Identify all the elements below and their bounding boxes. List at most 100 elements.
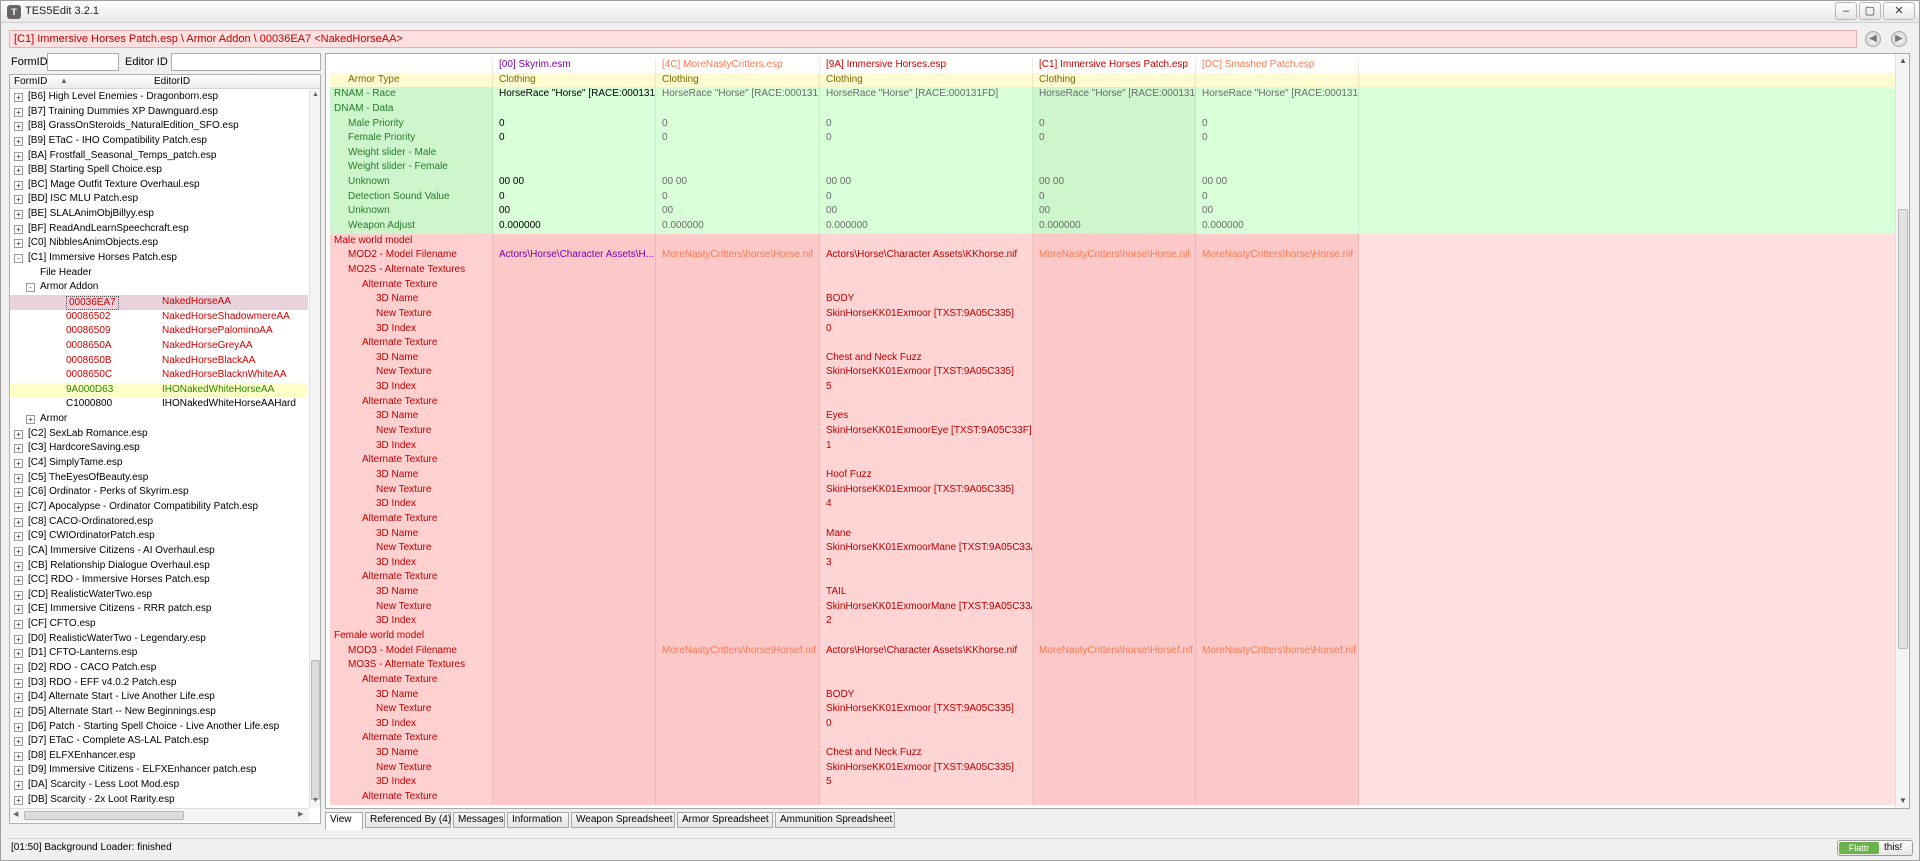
tree-item[interactable]: File Header: [10, 266, 308, 281]
grid-row[interactable]: Weight slider - Female: [330, 160, 1895, 176]
grid-row[interactable]: Male Priority 0 0 0 0 0: [330, 116, 1895, 132]
grid-row[interactable]: Alternate Texture: [330, 570, 1895, 586]
grid-row[interactable]: Female world model: [330, 628, 1895, 644]
formid-filter-input[interactable]: [47, 53, 119, 71]
expand-icon[interactable]: +: [14, 166, 23, 176]
expand-icon[interactable]: +: [14, 766, 23, 776]
tree-item[interactable]: + [D3] RDO - EFF v4.0.2 Patch.esp: [10, 676, 308, 691]
tree-item[interactable]: + [CB] Relationship Dialogue Overhaul.esp: [10, 559, 308, 574]
expand-icon[interactable]: +: [14, 532, 23, 542]
minimize-button[interactable]: –: [1835, 2, 1857, 20]
grid-row[interactable]: MO3S - Alternate Textures: [330, 658, 1895, 673]
grid-row[interactable]: 3D Name Eyes: [330, 409, 1895, 425]
grid-row[interactable]: RNAM - Race HorseRace "Horse" [RACE:00013…: [330, 87, 1895, 102]
tree-item[interactable]: + [CF] CFTO.esp: [10, 617, 308, 632]
tree-item[interactable]: 0008650C NakedHorseBlacknWhiteAA: [10, 368, 308, 383]
grid-row[interactable]: 3D Name TAIL: [330, 585, 1895, 600]
grid-row[interactable]: New Texture SkinHorseKK01ExmoorEye [TXST:…: [330, 424, 1895, 439]
expand-icon[interactable]: +: [14, 180, 23, 190]
expand-icon[interactable]: +: [14, 429, 23, 439]
tree-item[interactable]: + [BC] Mage Outfit Texture Overhaul.esp: [10, 178, 308, 193]
expand-icon[interactable]: +: [26, 415, 35, 425]
grid-row[interactable]: 3D Name Hoof Fuzz: [330, 467, 1895, 483]
grid-row[interactable]: Alternate Texture: [330, 336, 1895, 351]
tree-item[interactable]: + [BE] SLALAnimObjBillyy.esp: [10, 207, 308, 222]
tree-item[interactable]: + [D9] Immersive Citizens - ELFXEnhancer …: [10, 763, 308, 778]
tree-item[interactable]: + [D1] CFTO-Lanterns.esp: [10, 646, 308, 661]
tree-item[interactable]: + Armor: [10, 412, 308, 427]
expand-icon[interactable]: +: [14, 224, 23, 234]
expand-icon[interactable]: +: [14, 122, 23, 132]
tree-item[interactable]: + [C6] Ordinator - Perks of Skyrim.esp: [10, 485, 308, 500]
grid-row[interactable]: Alternate Texture: [330, 511, 1895, 527]
grid-row[interactable]: DNAM - Data: [330, 101, 1895, 117]
expand-icon[interactable]: +: [14, 707, 23, 717]
grid-column-header[interactable]: [DC] Smashed Patch.esp: [1196, 58, 1359, 73]
grid-row[interactable]: Alternate Texture: [330, 277, 1895, 293]
close-button[interactable]: ✕: [1883, 2, 1915, 20]
tree-item[interactable]: + [C7] Apocalypse - Ordinator Compatibili…: [10, 500, 308, 515]
grid-row[interactable]: New Texture SkinHorseKK01Exmoor [TXST:9A0…: [330, 482, 1895, 498]
tab-view[interactable]: View: [325, 812, 363, 830]
grid-row[interactable]: 3D Index 5: [330, 380, 1895, 395]
tab-armor-spreadsheet[interactable]: Armor Spreadsheet: [677, 812, 773, 828]
grid-column-header[interactable]: [C1] Immersive Horses Patch.esp: [1033, 58, 1196, 73]
tree-item[interactable]: - [C1] Immersive Horses Patch.esp: [10, 251, 308, 266]
tree-scroll-thumb[interactable]: [311, 660, 320, 800]
tree-item[interactable]: + [DB] Scarcity - 2x Loot Rarity.esp: [10, 793, 308, 808]
grid-column-header[interactable]: [00] Skyrim.esm: [493, 58, 656, 73]
grid-row[interactable]: Weight slider - Male: [330, 145, 1895, 161]
expand-icon[interactable]: +: [14, 473, 23, 483]
forward-icon[interactable]: ▶: [1891, 31, 1907, 47]
tree-item[interactable]: + [DA] Scarcity - Less Loot Mod.esp: [10, 778, 308, 793]
expand-icon[interactable]: +: [14, 107, 23, 117]
grid-row[interactable]: MOD2 - Model Filename Actors\Horse\Charac…: [330, 248, 1895, 263]
tree-item[interactable]: + [C3] HardcoreSaving.esp: [10, 441, 308, 456]
expand-icon[interactable]: +: [14, 751, 23, 761]
grid-row[interactable]: Unknown 00 00 00 00 00 00 00 00 00 00: [330, 175, 1895, 190]
grid-row[interactable]: 3D Index 5: [330, 775, 1895, 791]
tree-item[interactable]: + [D5] Alternate Start -- New Beginnings.…: [10, 705, 308, 720]
grid-scroll-thumb[interactable]: [1898, 209, 1908, 649]
tree-item[interactable]: + [D4] Alternate Start - Live Another Lif…: [10, 690, 308, 705]
tree-item[interactable]: + [C0] NibblesAnimObjects.esp: [10, 236, 308, 251]
scroll-down-icon[interactable]: ▼: [312, 797, 319, 804]
tree-item[interactable]: + [C2] SexLab Romance.esp: [10, 427, 308, 442]
tree-item[interactable]: + [CC] RDO - Immersive Horses Patch.esp: [10, 573, 308, 588]
tree-item[interactable]: 9A000D63 IHONakedWhiteHorseAA: [10, 382, 308, 398]
tree-horizontal-scrollbar[interactable]: ◀ ▶: [10, 808, 309, 822]
expand-icon[interactable]: +: [14, 663, 23, 673]
tree-item[interactable]: + [C8] CACO-Ordinatored.esp: [10, 515, 308, 530]
expand-icon[interactable]: +: [14, 136, 23, 146]
expand-icon[interactable]: +: [14, 151, 23, 161]
tree-hscroll-thumb[interactable]: [24, 811, 184, 820]
tree-item[interactable]: + [D0] RealisticWaterTwo - Legendary.esp: [10, 632, 308, 647]
grid-row[interactable]: 3D Index 3: [330, 555, 1895, 571]
expand-icon[interactable]: +: [14, 795, 23, 805]
tree-item[interactable]: 00036EA7 NakedHorseAA: [10, 294, 308, 310]
grid-column-header[interactable]: [4C] MoreNastyCritters.esp: [656, 58, 820, 73]
tree-item[interactable]: + [CA] Immersive Citizens - AI Overhaul.e…: [10, 544, 308, 559]
expand-icon[interactable]: +: [14, 722, 23, 732]
expand-icon[interactable]: +: [14, 634, 23, 644]
grid-row[interactable]: 3D Index 4: [330, 497, 1895, 512]
tree-item[interactable]: C1000800 IHONakedWhiteHorseAAHard: [10, 397, 308, 412]
tree-item[interactable]: + [B9] ETaC - IHO Compatibility Patch.esp: [10, 134, 308, 149]
tree-item[interactable]: + [D6] Patch - Starting Spell Choice - Li…: [10, 720, 308, 735]
grid-row[interactable]: Armor Type Clothing Clothing Clothing Clothi…: [330, 72, 1895, 88]
grid-row[interactable]: 3D Name Chest and Neck Fuzz: [330, 746, 1895, 761]
tree-header-formid[interactable]: FormID: [14, 76, 47, 87]
tree-item[interactable]: + [CD] RealisticWaterTwo.esp: [10, 588, 308, 603]
grid-column-header[interactable]: [9A] Immersive Horses.esp: [820, 58, 1033, 73]
scroll-up-icon[interactable]: ▲: [312, 91, 319, 98]
expand-icon[interactable]: +: [14, 605, 23, 615]
tree-item[interactable]: + [B6] High Level Enemies - Dragonborn.es…: [10, 90, 308, 105]
tree-vertical-scrollbar[interactable]: ▲ ▼: [309, 90, 320, 808]
tree-item[interactable]: + [C9] CWIOrdinatorPatch.esp: [10, 529, 308, 544]
maximize-button[interactable]: ▢: [1859, 2, 1881, 20]
expand-icon[interactable]: +: [14, 649, 23, 659]
grid-row[interactable]: New Texture SkinHorseKK01Exmoor [TXST:9A0…: [330, 306, 1895, 322]
expand-icon[interactable]: +: [14, 620, 23, 630]
tab-weapon-spreadsheet[interactable]: Weapon Spreadsheet: [571, 812, 675, 828]
expand-icon[interactable]: +: [14, 590, 23, 600]
